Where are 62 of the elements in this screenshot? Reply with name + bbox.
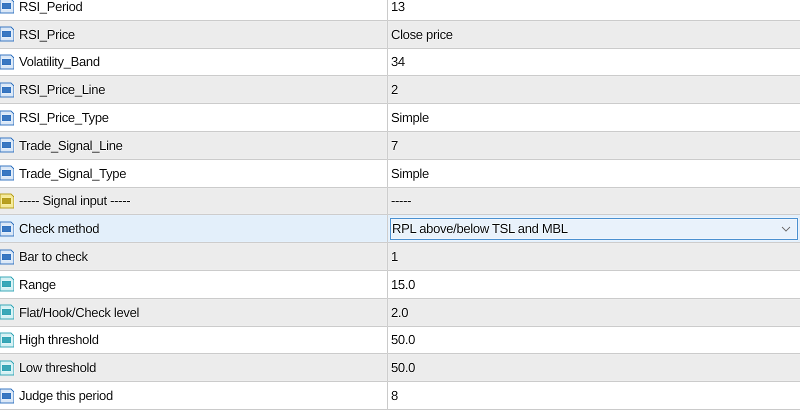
parameter-row[interactable]: Low threshold 50.0 (0, 354, 800, 382)
parameter-type-icon (0, 110, 14, 126)
parameter-type-icon (0, 360, 14, 376)
parameter-type-icon (0, 82, 14, 98)
parameter-row[interactable]: High threshold 50.0 (0, 326, 800, 354)
parameter-row[interactable]: RSI_Price Close price (0, 20, 800, 49)
parameter-row[interactable]: Trade_Signal_Line 7 (0, 132, 800, 160)
parameter-value: 2 (390, 82, 398, 98)
parameter-type-icon (0, 26, 14, 42)
parameter-row[interactable]: RSI_Price_Type Simple (0, 104, 800, 132)
parameter-name: RSI_Price (19, 26, 75, 42)
parameter-row[interactable]: Trade_Signal_Type Simple (0, 160, 800, 188)
parameter-name: Low threshold (19, 360, 96, 376)
parameter-type-icon (0, 0, 14, 14)
parameter-type-icon (0, 220, 14, 237)
parameter-type-icon (0, 192, 14, 209)
parameter-value: 7 (390, 138, 398, 153)
chevron-down-icon (781, 226, 791, 232)
parameter-row[interactable]: Bar to check 1 (0, 243, 800, 271)
parameter-type-icon (0, 276, 14, 292)
parameter-value: ----- (390, 193, 412, 208)
parameter-name: Flat/Hook/Check level (19, 304, 140, 320)
parameter-row[interactable]: Judge this period 8 (0, 382, 800, 410)
parameter-value: 1 (390, 249, 398, 264)
parameter-value: 8 (390, 388, 398, 404)
parameter-row[interactable]: RSI_Period 13 (0, 0, 800, 21)
parameter-row[interactable]: Flat/Hook/Check level 2.0 (0, 298, 800, 327)
method-dropdown[interactable]: RPL above/below TSL and MBL (390, 218, 798, 240)
parameter-name: Volatility_Band (19, 54, 100, 70)
parameter-name: Trade_Signal_Line (19, 138, 123, 153)
parameter-name: RSI_Price_Type (19, 110, 109, 126)
parameter-type-icon (0, 388, 14, 404)
parameter-name: Judge this period (19, 388, 113, 404)
parameter-name: Range (19, 276, 56, 292)
parameter-type-icon (0, 304, 14, 320)
parameter-value: 13 (390, 0, 405, 14)
parameter-value: Simple (390, 166, 429, 181)
parameter-name: High threshold (19, 332, 99, 348)
parameter-value: Simple (390, 110, 429, 126)
parameter-name: Trade_Signal_Type (19, 166, 126, 181)
parameter-type-icon (0, 165, 14, 182)
parameter-value: 34 (390, 54, 405, 70)
parameter-name: RSI_Period (19, 0, 82, 14)
parameter-row[interactable]: RSI_Price_Line 2 (0, 76, 800, 104)
parameter-name: RSI_Price_Line (19, 82, 106, 98)
parameter-value: 50.0 (390, 332, 416, 348)
parameter-row[interactable]: Volatility_Band 34 (0, 48, 800, 76)
parameter-value: 15.0 (390, 276, 416, 292)
parameter-row[interactable]: Check method RPL above/below TSL and MBL (0, 215, 800, 244)
parameter-row[interactable]: Range 15.0 (0, 270, 800, 299)
parameter-type-icon (0, 54, 14, 70)
dropdown-value: RPL above/below TSL and MBL (392, 221, 568, 236)
parameter-name: ----- Signal input ----- (19, 193, 130, 208)
parameter-type-icon (0, 332, 14, 348)
parameter-name: Bar to check (19, 249, 88, 264)
parameter-type-icon (0, 248, 14, 265)
parameter-type-icon (0, 137, 14, 154)
parameter-value: 50.0 (390, 360, 416, 376)
parameter-name: Check method (19, 221, 100, 236)
parameter-value: 2.0 (390, 304, 408, 320)
parameter-value: Close price (390, 26, 453, 42)
parameter-row[interactable]: ----- Signal input ----- ----- (0, 188, 800, 216)
